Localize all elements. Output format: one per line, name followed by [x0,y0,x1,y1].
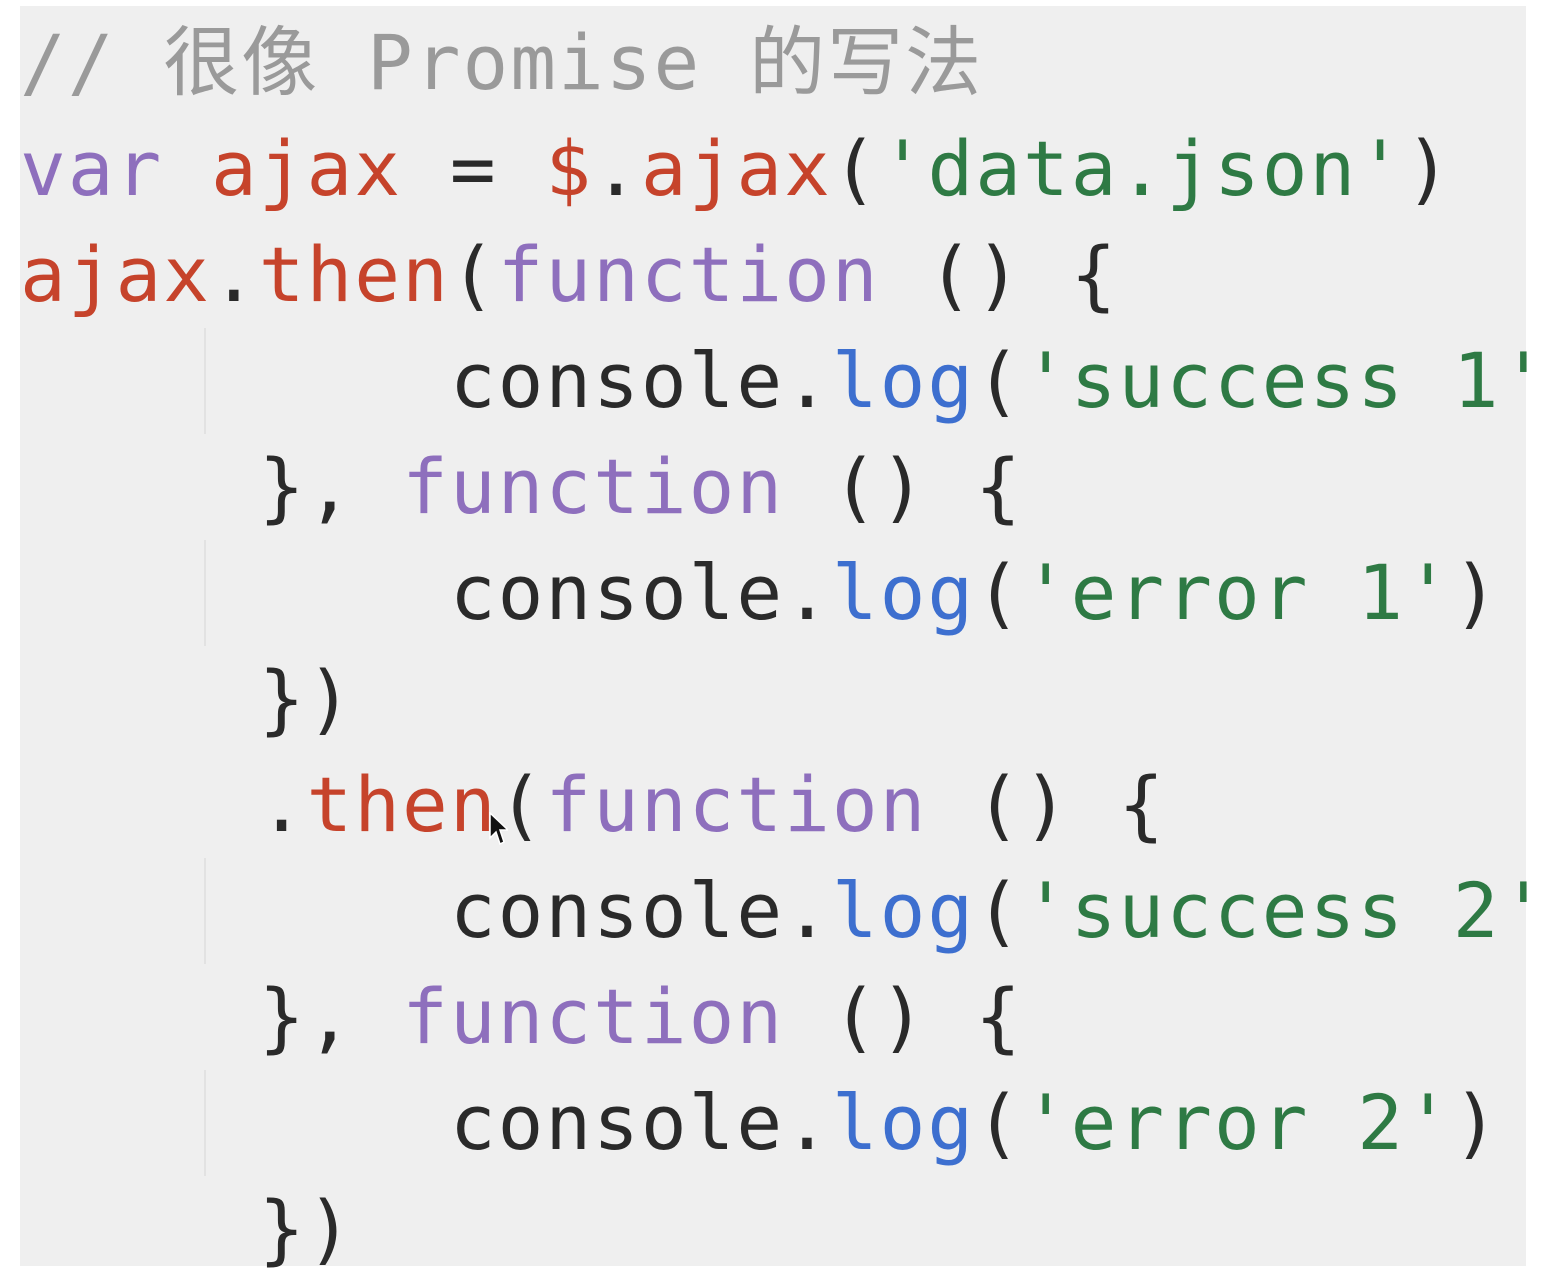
code-token-identifier: ajax [211,124,403,213]
code-token-keyword: function [497,230,880,319]
code-token-method: log [831,548,976,637]
code-token-plain: ( [831,124,880,213]
code-token-plain: ( [975,548,1023,637]
code-token-method: log [831,336,976,425]
code-token-plain: = [402,124,546,213]
code-token-plain: }, [258,972,403,1061]
code-token-method: log [831,1078,976,1167]
code-token-plain: . [784,1078,832,1167]
code-token-plain: . [784,336,832,425]
code-token-plain: () { [879,230,1119,319]
code-line: ajax.then(function () { [20,222,1118,328]
code-token-plain: ) [1452,548,1501,637]
code-token-plain: ) [1452,1078,1501,1167]
code-token-keyword: var [20,124,164,213]
code-token-keyword: function [545,760,928,849]
code-line: .then(function () { [20,752,1166,858]
code-token-plain: ( [975,1078,1023,1167]
code-token-comment: // 很像 Promise 的写法 [20,18,984,107]
code-token-identifier: $ [545,124,594,213]
code-token-plain: . [784,866,832,955]
code-token-plain: ( [975,866,1023,955]
code-token-plain: ( [975,336,1023,425]
code-token-string: 'data.json' [879,124,1406,213]
code-token-keyword: function [402,442,785,531]
code-token-plain: ( [449,230,498,319]
code-line: }) [20,646,354,752]
code-token-plain: console [449,866,785,955]
code-token-plain: console [449,548,785,637]
code-token-plain: }, [258,442,403,531]
code-line: console.log('success 1') [20,328,1542,434]
code-token-string: 'error 1' [1022,548,1453,637]
code-token-plain: . [211,230,259,319]
code-token-identifier: ajax [640,124,832,213]
code-token-method: log [831,866,976,955]
code-token-keyword: function [402,972,785,1061]
code-line: }) [20,1176,354,1282]
mouse-pointer-icon [489,812,508,846]
code-token-plain: ) [1405,124,1453,213]
code-editor-panel[interactable]: // 很像 Promise 的写法 var ajax = $.ajax('data… [20,6,1542,1273]
code-token-plain: }) [258,654,355,743]
code-token-identifier: then [258,230,450,319]
code-token-string: 'success 1' [1022,336,1542,425]
code-token-plain: }) [258,1184,355,1273]
code-token-string: 'success 2' [1022,866,1542,955]
code-token-plain: . [784,548,832,637]
code-token-string: 'error 2' [1022,1078,1453,1167]
code-line: }, function () { [20,964,1023,1070]
code-line: }, function () { [20,434,1023,540]
code-line: var ajax = $.ajax('data.json') [20,116,1453,222]
code-token-plain: () { [784,442,1023,531]
code-line: // 很像 Promise 的写法 [20,10,983,116]
code-token-plain: . [258,760,307,849]
code-token-plain: console [449,1078,785,1167]
code-token-plain: () { [784,972,1023,1061]
code-line: console.log('error 1') [20,540,1501,646]
code-line: console.log('success 2') [20,858,1542,964]
code-token-identifier: then [306,760,498,849]
code-token-identifier: ajax [20,230,212,319]
code-token-plain: () { [927,760,1167,849]
code-token-plain: . [593,124,641,213]
code-line: console.log('error 2') [20,1070,1501,1176]
code-token-plain: console [449,336,785,425]
